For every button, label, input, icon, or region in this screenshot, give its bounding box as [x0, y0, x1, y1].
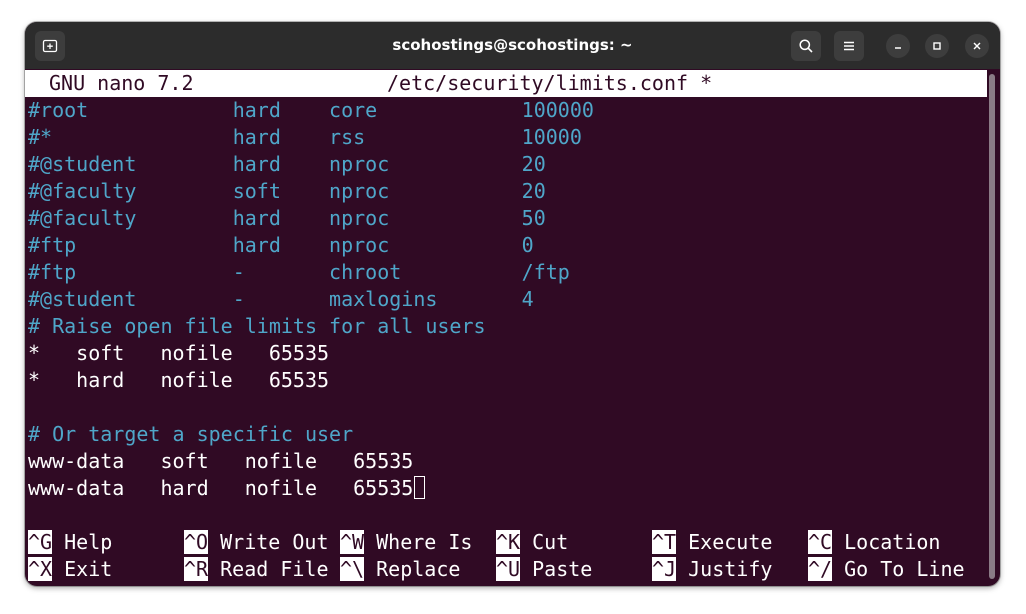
editor-line-current[interactable]: www-data hard nofile 65535	[28, 475, 426, 502]
shortcut-label: Where Is	[376, 530, 473, 554]
close-button[interactable]	[965, 34, 989, 58]
shortcut-location[interactable]: ^C Location	[808, 529, 940, 556]
nano-version: GNU nano 7.2	[49, 71, 194, 95]
shortcut-label: Justify	[688, 557, 773, 581]
shortcut-label: Location	[844, 530, 941, 554]
shortcut-paste[interactable]: ^U Paste	[496, 556, 592, 583]
shortcut-justify[interactable]: ^J Justify	[652, 556, 772, 583]
editor-line[interactable]: www-data soft nofile 65535	[28, 448, 413, 475]
shortcut-key: ^W	[340, 530, 365, 554]
editor-line[interactable]: #root hard core 100000	[28, 97, 594, 124]
shortcut-go-to-line[interactable]: ^/ Go To Line	[808, 556, 965, 583]
title-bar[interactable]: scohostings@scohostings: ~	[25, 22, 1000, 69]
minimize-icon	[895, 47, 901, 49]
editor-line[interactable]: #@student hard nproc 20	[28, 151, 546, 178]
menu-button[interactable]	[834, 31, 864, 61]
shortcut-read-file[interactable]: ^R Read File	[184, 556, 329, 583]
minimize-button[interactable]	[886, 34, 910, 58]
editor-line[interactable]: #@student - maxlogins 4	[28, 286, 534, 313]
editor-line[interactable]: * hard nofile 65535	[28, 367, 329, 394]
search-icon	[799, 39, 813, 53]
text-cursor	[414, 476, 426, 499]
editor-line[interactable]: # Or target a specific user	[28, 421, 353, 448]
editor-line[interactable]: #ftp - chroot /ftp	[28, 259, 570, 286]
shortcut-key: ^R	[184, 557, 209, 581]
editor-line[interactable]: #@faculty soft nproc 20	[28, 178, 546, 205]
editor-line-text: www-data hard nofile 65535	[28, 476, 414, 500]
terminal-window: scohostings@scohostings: ~ GNU nano 7.2 …	[25, 22, 1000, 586]
shortcut-label: Read File	[220, 557, 329, 581]
shortcut-key: ^O	[184, 530, 209, 554]
shortcut-key: ^J	[652, 557, 677, 581]
maximize-icon	[933, 42, 941, 50]
shortcut-write-out[interactable]: ^O Write Out	[184, 529, 329, 556]
editor-line[interactable]: #@faculty hard nproc 50	[28, 205, 546, 232]
nano-header: GNU nano 7.2 /etc/security/limits.conf *	[25, 70, 987, 97]
close-icon	[973, 42, 981, 50]
shortcut-label: Paste	[532, 557, 593, 581]
shortcut-execute[interactable]: ^T Execute	[652, 529, 772, 556]
new-tab-button[interactable]	[35, 31, 65, 61]
shortcut-label: Cut	[532, 530, 569, 554]
shortcut-label: Replace	[376, 557, 461, 581]
editor-line[interactable]: # Raise open file limits for all users	[28, 313, 486, 340]
shortcut-exit[interactable]: ^X Exit	[28, 556, 112, 583]
shortcut-cut[interactable]: ^K Cut	[496, 529, 568, 556]
nano-filename: /etc/security/limits.conf *	[387, 71, 713, 95]
editor-line[interactable]: #* hard rss 10000	[28, 124, 582, 151]
shortcut-key: ^G	[28, 530, 53, 554]
scrollbar[interactable]	[989, 74, 995, 579]
shortcut-key: ^U	[496, 557, 521, 581]
search-button[interactable]	[791, 31, 821, 61]
shortcut-key: ^\	[340, 557, 365, 581]
shortcut-key: ^X	[28, 557, 53, 581]
shortcut-label: Execute	[688, 530, 773, 554]
maximize-button[interactable]	[925, 34, 949, 58]
shortcut-key: ^/	[808, 557, 833, 581]
editor-line[interactable]: * soft nofile 65535	[28, 340, 329, 367]
shortcut-label: Help	[64, 530, 113, 554]
terminal-area[interactable]: GNU nano 7.2 /etc/security/limits.conf *…	[25, 69, 1000, 586]
shortcut-label: Go To Line	[844, 557, 965, 581]
shortcut-key: ^T	[652, 530, 677, 554]
editor-line[interactable]: #ftp hard nproc 0	[28, 232, 534, 259]
shortcut-replace[interactable]: ^\ Replace	[340, 556, 460, 583]
shortcut-help[interactable]: ^G Help	[28, 529, 112, 556]
shortcut-label: Exit	[64, 557, 113, 581]
new-tab-icon	[42, 39, 58, 53]
shortcut-key: ^K	[496, 530, 521, 554]
shortcut-where-is[interactable]: ^W Where Is	[340, 529, 472, 556]
shortcut-key: ^C	[808, 530, 833, 554]
hamburger-menu-icon	[844, 41, 854, 51]
shortcut-label: Write Out	[220, 530, 329, 554]
